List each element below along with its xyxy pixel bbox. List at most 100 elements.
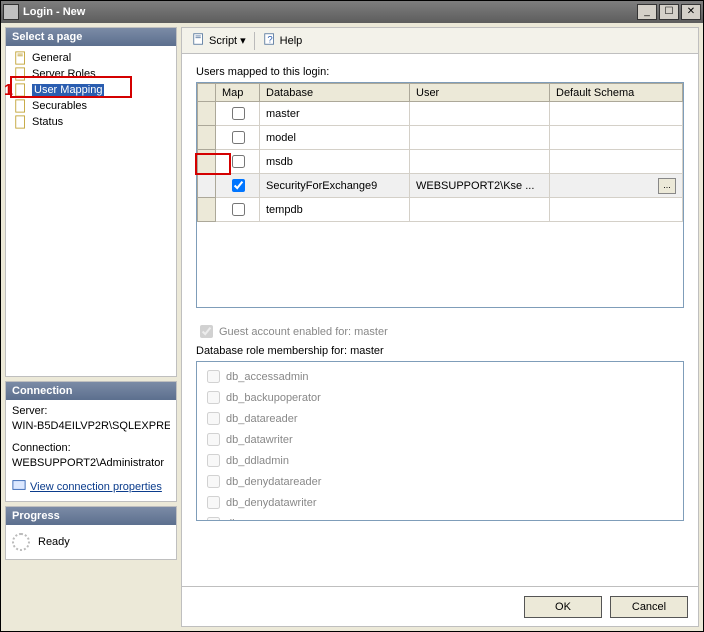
role-name: db_ddladmin xyxy=(226,455,289,467)
nav-label: Securables xyxy=(32,100,87,112)
users-mapped-label: Users mapped to this login: xyxy=(196,66,684,78)
cell-database: model xyxy=(260,126,410,150)
role-item[interactable]: db_accessadmin xyxy=(203,366,677,387)
map-checkbox[interactable] xyxy=(232,179,245,192)
schema-browse-button[interactable]: ... xyxy=(658,178,676,194)
app-icon xyxy=(3,4,19,20)
table-row[interactable]: tempdb xyxy=(198,198,683,222)
close-button[interactable]: ✕ xyxy=(681,4,701,20)
role-item[interactable]: db_datawriter xyxy=(203,429,677,450)
role-item[interactable]: db_owner xyxy=(203,513,677,521)
progress-header: Progress xyxy=(6,507,176,525)
table-row[interactable]: msdb xyxy=(198,150,683,174)
ok-button[interactable]: OK xyxy=(524,596,602,618)
role-checkbox xyxy=(207,412,220,425)
cell-schema xyxy=(550,150,683,174)
select-page-header: Select a page xyxy=(6,28,176,46)
role-item[interactable]: db_denydatawriter xyxy=(203,492,677,513)
role-checkbox xyxy=(207,391,220,404)
role-checkbox xyxy=(207,370,220,383)
window-title: Login - New xyxy=(23,6,635,18)
role-name: db_datareader xyxy=(226,413,298,425)
script-label: Script xyxy=(209,35,237,47)
page-icon xyxy=(14,115,28,129)
cell-schema xyxy=(550,102,683,126)
nav-general[interactable]: General xyxy=(12,50,170,66)
script-icon xyxy=(192,32,206,49)
cancel-button[interactable]: Cancel xyxy=(610,596,688,618)
cell-schema xyxy=(550,126,683,150)
page-icon xyxy=(14,83,28,97)
nav-label: Status xyxy=(32,116,63,128)
page-icon xyxy=(14,99,28,113)
progress-status: Ready xyxy=(38,536,70,548)
grid-corner xyxy=(198,84,216,102)
table-row[interactable]: model xyxy=(198,126,683,150)
progress-spinner-icon xyxy=(12,533,30,551)
role-item[interactable]: db_datareader xyxy=(203,408,677,429)
left-panel: Select a page 1 General Server Roles Use xyxy=(5,27,177,627)
connection-header: Connection xyxy=(6,382,176,400)
nav-securables[interactable]: Securables xyxy=(12,98,170,114)
cell-schema: ... xyxy=(550,174,683,198)
roles-list[interactable]: db_accessadmin db_backupoperator db_data… xyxy=(196,361,684,521)
dialog-footer: OK Cancel xyxy=(182,586,698,626)
cell-user xyxy=(410,198,550,222)
maximize-button[interactable]: ☐ xyxy=(659,4,679,20)
role-name: db_backupoperator xyxy=(226,392,321,404)
help-icon: ? xyxy=(263,32,277,49)
help-label: Help xyxy=(280,35,303,47)
cell-user xyxy=(410,102,550,126)
nav-server-roles[interactable]: Server Roles xyxy=(12,66,170,82)
connection-value: WEBSUPPORT2\Administrator xyxy=(12,456,170,471)
col-schema[interactable]: Default Schema xyxy=(550,84,683,102)
user-mapping-grid[interactable]: Map Database User Default Schema master xyxy=(196,82,684,308)
titlebar: Login - New _ ☐ ✕ xyxy=(1,1,703,23)
right-panel: Script ▾ ? Help 2 Users mapped to this l… xyxy=(181,27,699,627)
cell-user: WEBSUPPORT2\Kse ... xyxy=(410,174,550,198)
role-item[interactable]: db_backupoperator xyxy=(203,387,677,408)
login-new-window: Login - New _ ☐ ✕ Select a page 1 Genera… xyxy=(0,0,704,632)
role-name: db_datawriter xyxy=(226,434,293,446)
cell-user xyxy=(410,126,550,150)
nav-status[interactable]: Status xyxy=(12,114,170,130)
toolbar-separator xyxy=(254,32,255,50)
page-icon xyxy=(14,67,28,81)
role-item[interactable]: db_denydatareader xyxy=(203,471,677,492)
role-checkbox xyxy=(207,454,220,467)
role-checkbox xyxy=(207,433,220,446)
role-item[interactable]: db_ddladmin xyxy=(203,450,677,471)
server-value: WIN-B5D4EILVP2R\SQLEXPRESS xyxy=(12,419,170,434)
col-user[interactable]: User xyxy=(410,84,550,102)
role-name: db_accessadmin xyxy=(226,371,309,383)
col-database[interactable]: Database xyxy=(260,84,410,102)
cell-database: SecurityForExchange9 xyxy=(260,174,410,198)
cell-user xyxy=(410,150,550,174)
col-map[interactable]: Map xyxy=(216,84,260,102)
guest-account-checkbox xyxy=(200,325,213,338)
map-checkbox[interactable] xyxy=(232,107,245,120)
map-checkbox[interactable] xyxy=(232,131,245,144)
view-connection-properties-link[interactable]: View connection properties xyxy=(12,478,162,497)
help-button[interactable]: ? Help xyxy=(259,30,307,51)
table-row[interactable]: master xyxy=(198,102,683,126)
page-icon xyxy=(14,51,28,65)
guest-account-label: Guest account enabled for: master xyxy=(219,326,388,338)
table-row[interactable]: SecurityForExchange9 WEBSUPPORT2\Kse ...… xyxy=(198,174,683,198)
server-label: Server: xyxy=(12,404,170,419)
toolbar: Script ▾ ? Help xyxy=(182,28,698,54)
map-checkbox[interactable] xyxy=(232,203,245,216)
connection-label: Connection: xyxy=(12,441,170,456)
nav-user-mapping[interactable]: User Mapping xyxy=(12,82,170,98)
role-checkbox xyxy=(207,496,220,509)
minimize-button[interactable]: _ xyxy=(637,4,657,20)
role-name: db_denydatareader xyxy=(226,476,321,488)
content-area: 2 Users mapped to this login: Map Databa… xyxy=(182,54,698,586)
window-buttons: _ ☐ ✕ xyxy=(635,4,701,20)
role-checkbox xyxy=(207,475,220,488)
cell-database: tempdb xyxy=(260,198,410,222)
role-name: db_owner xyxy=(226,518,274,522)
window-body: Select a page 1 General Server Roles Use xyxy=(1,23,703,631)
script-button[interactable]: Script ▾ xyxy=(188,30,250,51)
map-checkbox[interactable] xyxy=(232,155,245,168)
